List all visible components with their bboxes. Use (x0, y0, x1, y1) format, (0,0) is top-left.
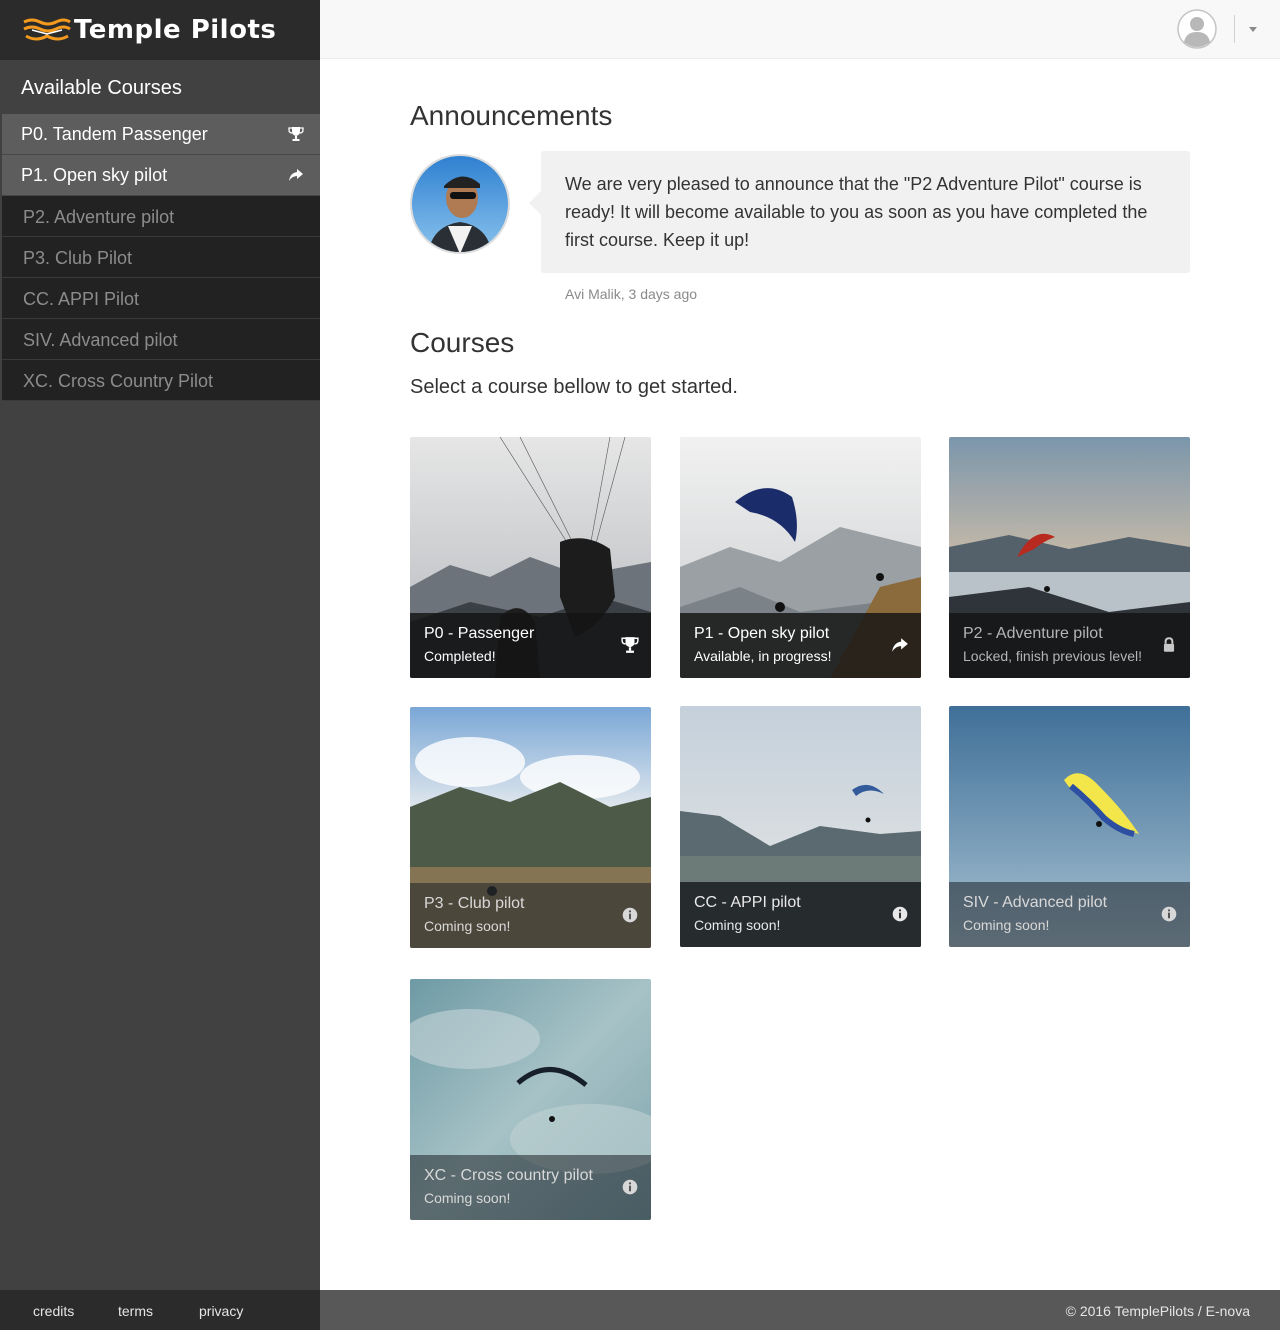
page-footer: © 2016 TemplePilots / E-nova (320, 1290, 1280, 1330)
brand-name[interactable]: Temple Pilots (74, 13, 276, 47)
course-card-cc[interactable]: CC - APPI pilot Coming soon! (680, 706, 921, 947)
card-title: P1 - Open sky pilot (694, 625, 830, 642)
sidebar-item-label: P1. Open sky pilot (21, 165, 168, 185)
sidebar-item-label: P3. Club Pilot (23, 248, 133, 268)
sidebar-item-label: CC. APPI Pilot (23, 289, 140, 309)
card-caption: P2 - Adventure pilot Locked, finish prev… (949, 613, 1190, 678)
card-status: Locked, finish previous level! (963, 648, 1142, 664)
sidebar-item-label: P0. Tandem Passenger (21, 124, 208, 144)
caret-down-icon[interactable] (1245, 20, 1261, 38)
copyright-text: © 2016 TemplePilots / E-nova (1065, 1303, 1250, 1319)
announcement-meta: Avi Malik, 3 days ago (565, 286, 698, 302)
sidebar-heading: Available Courses (21, 77, 182, 99)
logo-bar: Temple Pilots (0, 0, 320, 60)
course-card-p3[interactable]: P3 - Club pilot Coming soon! (410, 707, 651, 948)
topbar-divider (1234, 15, 1235, 43)
course-nav: P0. Tandem Passenger P1. Open sky pilot … (2, 114, 320, 401)
sidebar-item-label: SIV. Advanced pilot (23, 330, 178, 350)
info-icon (1161, 906, 1177, 922)
sidebar-footer: credits terms privacy (0, 1290, 320, 1330)
course-card-p2[interactable]: P2 - Adventure pilot Locked, finish prev… (949, 437, 1190, 678)
sidebar-item-p0[interactable]: P0. Tandem Passenger (2, 114, 320, 155)
card-title: P0 - Passenger (424, 625, 535, 642)
card-title: SIV - Advanced pilot (963, 894, 1108, 911)
card-title: P2 - Adventure pilot (963, 625, 1103, 642)
sidebar: Temple Pilots Available Courses P0. Tand… (0, 0, 320, 1330)
announcement-author-avatar (410, 154, 510, 254)
user-avatar-icon[interactable] (1177, 9, 1217, 49)
card-title: CC - APPI pilot (694, 894, 801, 911)
card-caption: XC - Cross country pilot Coming soon! (410, 1155, 651, 1220)
course-card-siv[interactable]: SIV - Advanced pilot Coming soon! (949, 706, 1190, 947)
course-card-xc[interactable]: XC - Cross country pilot Coming soon! (410, 979, 651, 1220)
wings-logo-icon (23, 18, 71, 41)
card-caption: P1 - Open sky pilot Available, in progre… (680, 613, 921, 678)
info-icon (622, 907, 638, 923)
sidebar-item-p2[interactable]: P2. Adventure pilot (2, 196, 320, 237)
sidebar-item-label: XC. Cross Country Pilot (23, 371, 214, 391)
sidebar-item-cc[interactable]: CC. APPI Pilot (2, 278, 320, 319)
card-caption: SIV - Advanced pilot Coming soon! (949, 882, 1190, 947)
card-status: Available, in progress! (694, 648, 832, 664)
sidebar-item-label: P2. Adventure pilot (23, 207, 175, 227)
card-title: P3 - Club pilot (424, 895, 525, 912)
info-icon (622, 1179, 638, 1195)
trophy-icon (621, 637, 639, 653)
card-status: Coming soon! (963, 917, 1050, 933)
topbar (320, 0, 1280, 59)
card-status: Coming soon! (694, 917, 781, 933)
sidebar-item-xc[interactable]: XC. Cross Country Pilot (2, 360, 320, 401)
card-title: XC - Cross country pilot (424, 1167, 593, 1184)
card-caption: P0 - Passenger Completed! (410, 613, 651, 678)
trophy-icon (288, 127, 304, 141)
courses-title: Courses (410, 327, 515, 358)
share-arrow-icon (289, 169, 303, 181)
main-content: Announcements We are very pleased to ann… (320, 59, 1280, 1290)
card-status: Coming soon! (424, 1190, 511, 1206)
card-status: Coming soon! (424, 918, 511, 934)
sidebar-item-siv[interactable]: SIV. Advanced pilot (2, 319, 320, 360)
terms-link[interactable]: terms (118, 1303, 153, 1319)
sidebar-item-p1[interactable]: P1. Open sky pilot (2, 155, 320, 196)
credits-link[interactable]: credits (33, 1303, 74, 1319)
privacy-link[interactable]: privacy (199, 1303, 243, 1319)
card-caption: P3 - Club pilot Coming soon! (410, 883, 651, 948)
announcement-message: We are very pleased to announce that the… (565, 174, 1148, 250)
card-caption: CC - APPI pilot Coming soon! (680, 882, 921, 947)
course-card-p0[interactable]: P0 - Passenger Completed! (410, 437, 651, 678)
sidebar-item-p3[interactable]: P3. Club Pilot (2, 237, 320, 278)
info-icon (892, 906, 908, 922)
card-status: Completed! (424, 648, 496, 664)
course-card-p1[interactable]: P1 - Open sky pilot Available, in progre… (680, 437, 921, 678)
share-arrow-icon (892, 638, 908, 652)
announcement-bubble: We are very pleased to announce that the… (529, 151, 1190, 273)
lock-icon (1163, 637, 1175, 652)
courses-subtitle: Select a course bellow to get started. (410, 376, 738, 398)
announcements-title: Announcements (410, 100, 613, 131)
